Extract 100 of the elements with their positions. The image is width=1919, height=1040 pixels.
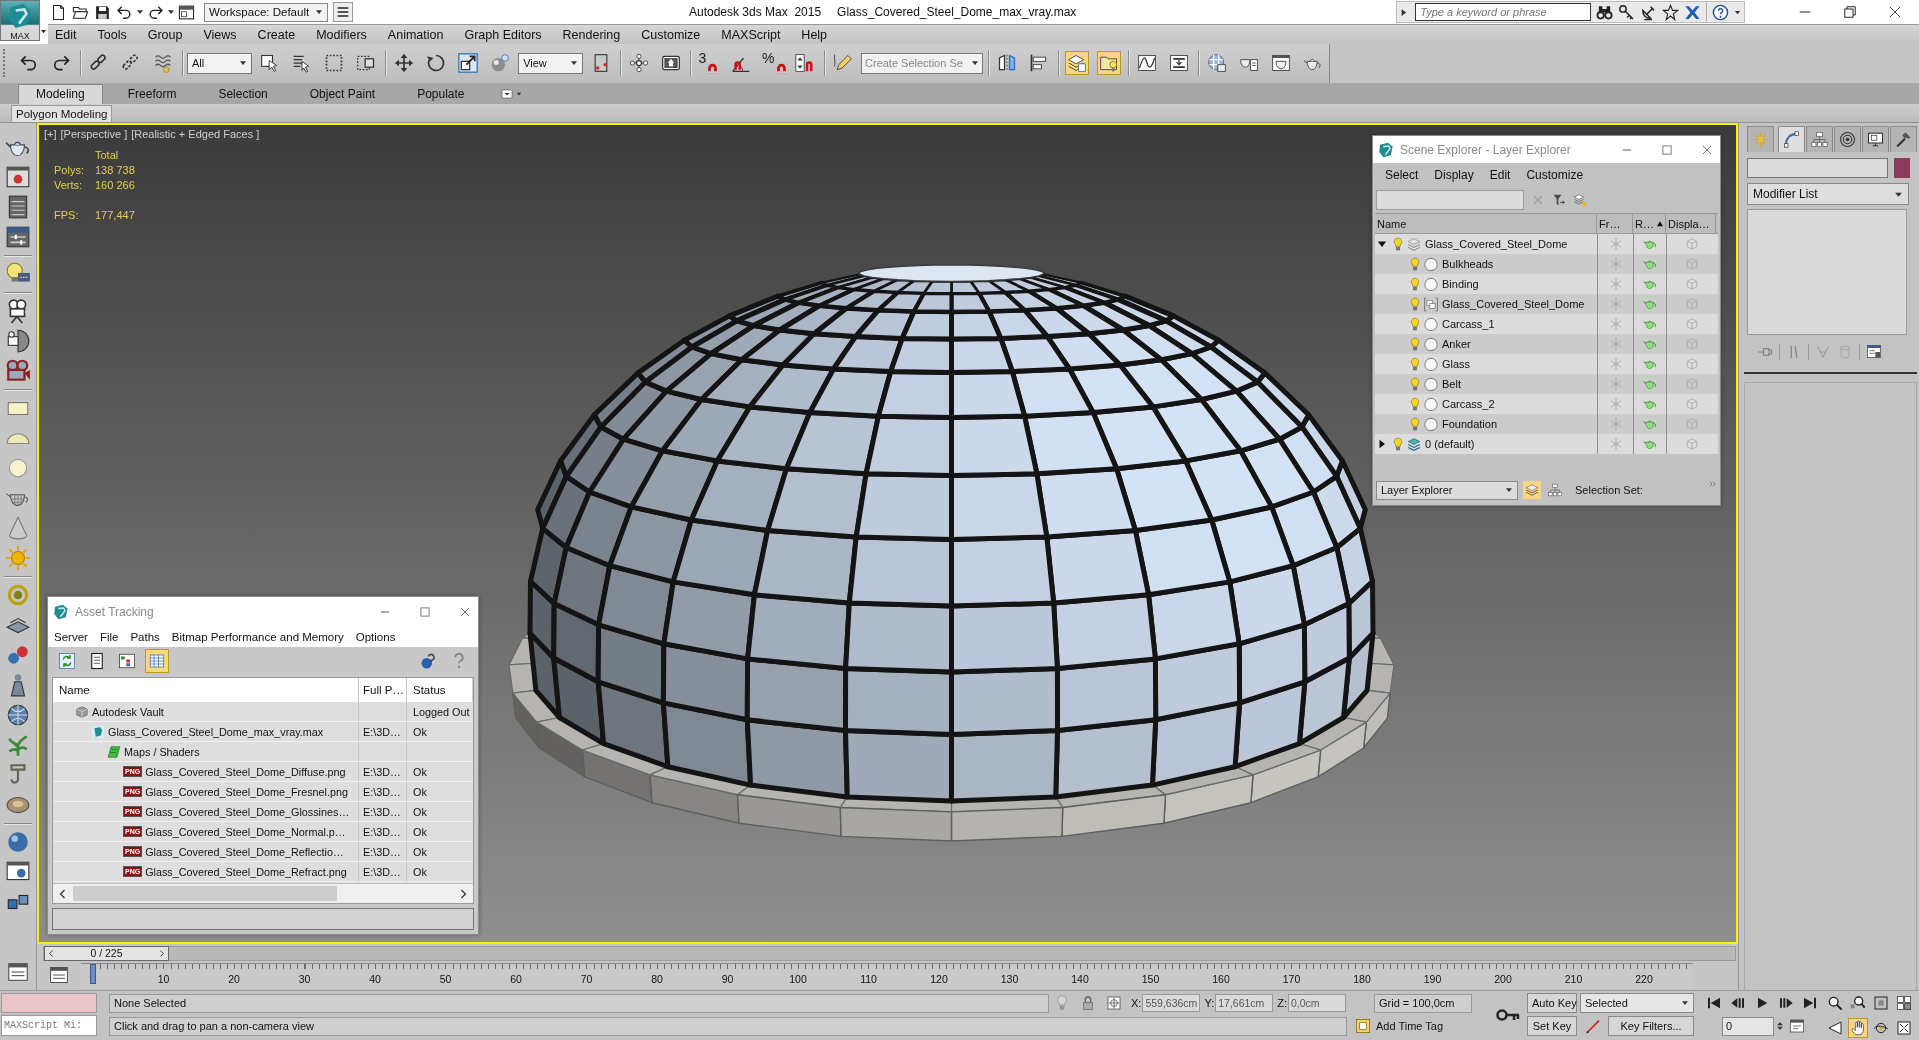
search-field[interactable]: Type a keyword or phrase: [1415, 3, 1592, 21]
viewport-label[interactable]: [Realistic + Edged Faces ]: [131, 128, 260, 141]
ribbon-panel-tab[interactable]: Polygon Modeling: [11, 105, 113, 123]
panel-config-icon[interactable]: [1866, 344, 1882, 361]
menu-item[interactable]: Select: [1377, 168, 1427, 183]
light-bulb-icon[interactable]: [1408, 416, 1422, 432]
slash-icon[interactable]: [1585, 1018, 1601, 1035]
workspace-dropdown[interactable]: Workspace: Default: [204, 2, 328, 22]
object-row[interactable]: Foundation: [1375, 414, 1718, 435]
explorer-mode-dropdown[interactable]: Layer Explorer: [1376, 480, 1518, 500]
column-header[interactable]: R…: [1633, 214, 1666, 234]
object-row[interactable]: Carcass_1: [1375, 314, 1718, 335]
object-row[interactable]: Belt: [1375, 374, 1718, 395]
object-row[interactable]: Anker: [1375, 334, 1718, 355]
time-slider-track[interactable]: 0 / 225: [43, 945, 1736, 961]
asset-row[interactable]: Glass_Covered_Steel_Dome_max_vray.max E:\3D… Ok: [53, 722, 473, 743]
menu-item[interactable]: Create: [247, 25, 306, 44]
scroll-left-icon[interactable]: [47, 948, 56, 958]
current-frame-marker[interactable]: [90, 964, 96, 985]
ribbon-tab[interactable]: Object Paint: [292, 83, 393, 104]
menu-item[interactable]: Bitmap Performance and Memory: [165, 630, 350, 643]
menu-item[interactable]: MAXScript: [710, 25, 791, 44]
asset-row[interactable]: Maps / Shaders: [53, 742, 473, 763]
menu-item[interactable]: Edit: [1481, 168, 1519, 183]
snap-toggle[interactable]: %: [759, 50, 788, 77]
menu-item[interactable]: Rendering: [552, 25, 631, 44]
object-row[interactable]: Glass_Covered_Steel_Dome: [1375, 294, 1718, 315]
time-slider-thumb[interactable]: 0 / 225: [44, 945, 169, 961]
menu-item[interactable]: Options: [349, 630, 402, 643]
monitor-icon[interactable]: [1862, 126, 1889, 153]
binoculars-icon[interactable]: [1596, 3, 1614, 21]
caret-icon[interactable]: [167, 8, 175, 16]
object-row[interactable]: Carcass_2: [1375, 394, 1718, 415]
asset-row[interactable]: Autodesk Vault Logged Out: [53, 702, 473, 723]
light-bulb-icon[interactable]: [1408, 256, 1422, 272]
menu-item[interactable]: Help: [790, 25, 838, 44]
light-bulb-icon[interactable]: [1408, 376, 1422, 392]
window-icon[interactable]: [178, 3, 195, 21]
coordinate-field[interactable]: 17,661cm: [1215, 994, 1274, 1013]
modifier-list-dropdown[interactable]: Modifier List: [1747, 183, 1909, 206]
menu-item[interactable]: Server: [48, 630, 94, 643]
table-icon[interactable]: [146, 650, 168, 673]
column-header[interactable]: Name: [1375, 214, 1597, 234]
layer-row[interactable]: Glass_Covered_Steel_Dome: [1375, 234, 1718, 255]
time-config-icon[interactable]: [1789, 1018, 1805, 1035]
coordinate-field[interactable]: 0,0cm: [1288, 994, 1346, 1013]
lock-icon[interactable]: [1080, 995, 1096, 1012]
tag-frame-icon[interactable]: [1355, 1018, 1371, 1035]
help-icon[interactable]: [1712, 3, 1730, 21]
auto-key-button[interactable]: Auto Key: [1527, 993, 1577, 1014]
folder-bulb-icon[interactable]: [1097, 51, 1121, 76]
column-header[interactable]: Displa…: [1666, 214, 1716, 234]
ribbon-tab[interactable]: Selection: [201, 83, 285, 104]
menu-item[interactable]: Edit: [48, 25, 88, 44]
horizontal-scrollbar[interactable]: [53, 883, 473, 904]
listener-output-field[interactable]: MAXScript Mi:: [1, 1015, 97, 1037]
star-icon[interactable]: [1662, 3, 1680, 21]
frame-field[interactable]: 0: [1722, 1016, 1774, 1036]
time-tag-link[interactable]: Add Time Tag: [1376, 1020, 1444, 1033]
triangle-icon[interactable]: [1399, 7, 1409, 17]
curve-icon[interactable]: [1778, 126, 1805, 153]
light-bulb-icon[interactable]: [1408, 276, 1422, 292]
ribbon-tab[interactable]: Freeform: [110, 83, 194, 104]
listener-input-field[interactable]: [1, 993, 97, 1014]
key-filters-button[interactable]: Key Filters...: [1608, 1016, 1694, 1037]
object-row[interactable]: Bulkheads: [1375, 254, 1718, 275]
hammer-icon[interactable]: [1890, 126, 1917, 153]
light-bulb-icon[interactable]: [1408, 336, 1422, 352]
key-icon[interactable]: [1618, 3, 1636, 21]
caret-icon[interactable]: [1734, 8, 1742, 16]
menu-item[interactable]: Display: [1426, 168, 1482, 183]
target-rings-icon[interactable]: [1834, 126, 1861, 153]
track-window-icon[interactable]: [48, 965, 70, 986]
application-button[interactable]: MAX: [0, 0, 40, 41]
field-of-view-icon[interactable]: [1826, 1019, 1844, 1038]
track-window-icon[interactable]: [7, 961, 29, 984]
caret-icon[interactable]: [136, 8, 144, 16]
hand-icon[interactable]: [1849, 1019, 1867, 1038]
menu-item[interactable]: Graph Editors: [453, 25, 553, 44]
tree-toggle-icon[interactable]: [1377, 439, 1387, 450]
x-logo-icon[interactable]: [1684, 3, 1702, 21]
layers-list-icon[interactable]: [1065, 51, 1089, 76]
caret-icon[interactable]: [40, 28, 47, 35]
toolbar-dropdown[interactable]: View: [518, 52, 584, 74]
snap-toggle[interactable]: 3: [695, 50, 724, 77]
ribbon-tab[interactable]: Modeling: [18, 83, 103, 104]
crosshair-icon[interactable]: [1106, 995, 1122, 1012]
light-bulb-icon[interactable]: [1408, 356, 1422, 372]
layers-sparkle-icon[interactable]: [1573, 193, 1587, 208]
search-field[interactable]: [1376, 190, 1524, 211]
menu-item[interactable]: Customize: [630, 25, 711, 44]
scale-box-icon[interactable]: [456, 51, 481, 76]
menu-item[interactable]: Paths: [124, 630, 166, 643]
save-icon[interactable]: [94, 3, 111, 21]
hierarchy-icon[interactable]: [1806, 126, 1833, 153]
set-key-button[interactable]: Set Key: [1527, 1016, 1577, 1037]
menu-item[interactable]: Animation: [377, 25, 454, 44]
scroll-right-icon[interactable]: [157, 948, 166, 958]
restore-icon[interactable]: [1841, 3, 1859, 21]
light-bulb-icon[interactable]: [1408, 296, 1422, 312]
